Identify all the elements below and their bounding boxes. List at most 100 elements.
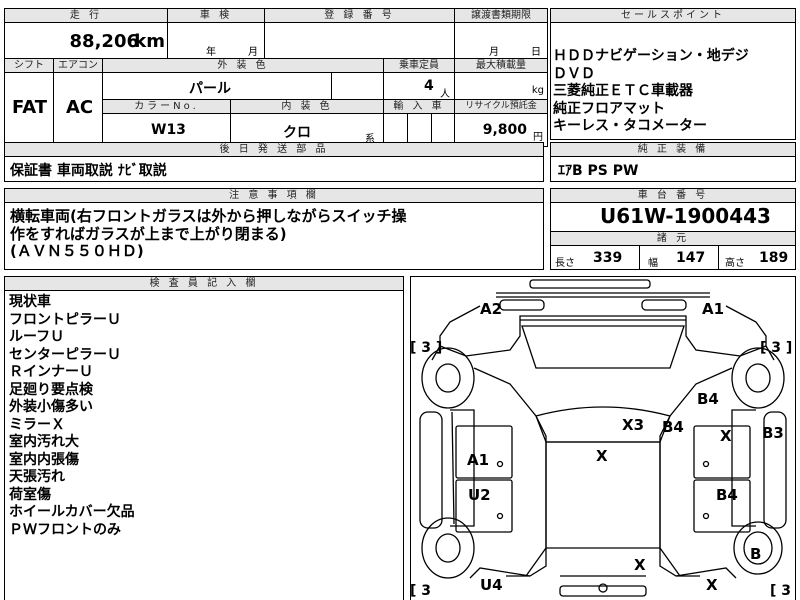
exterior-color-value: パール [189, 81, 231, 97]
capacity-value: 4 [424, 78, 434, 94]
mileage-value: 88,206 [69, 31, 139, 52]
mileage-cell: 88,206 km [4, 22, 168, 59]
bracket-top-right: [ 3 ] [760, 340, 793, 356]
inspector-note: 現状車 [9, 294, 51, 310]
color-no-value: W13 [151, 122, 186, 138]
caution-lines: 横転車両(右フロントガラスは外から押しながらスイッチ操 作をすればガラスが上まで… [10, 207, 407, 261]
exterior-color-cell: パール [102, 72, 332, 100]
mark-x-center: X [596, 447, 608, 465]
car-diagram [419, 279, 787, 597]
inspector-notes-list: 現状車 フロントピラーＵ ルーフＵ センターピラーＵ ＲインナーＵ 足廻り要点検… [9, 294, 135, 539]
dim-height-label: 高さ [725, 258, 745, 269]
aircon-value: AC [66, 97, 94, 118]
inspector-note: 外装小傷多い [9, 399, 93, 415]
dimensions-header: 諸 元 [550, 231, 796, 246]
inspection-year-unit: 年 [206, 47, 216, 58]
caution-line: (ＡＶＮ５５０ＨＤ) [10, 242, 144, 260]
mark-u2: U2 [468, 486, 491, 504]
max-load-header: 最大積載量 [454, 58, 548, 73]
interior-color-header: 内 装 色 [230, 99, 384, 114]
inspector-note: ＲインナーＵ [9, 364, 93, 380]
bracket-bottom-right: [ 3 [770, 583, 792, 599]
inspector-note: 天張汚れ [9, 469, 65, 485]
inspector-note: ミラーＸ [9, 416, 65, 433]
dim-length-cell: 長さ 339 [550, 245, 640, 270]
chassis-header: 車 台 番 号 [550, 188, 796, 203]
exterior-color-sub-cell [331, 72, 384, 100]
inspection-cell: 年 月 [167, 22, 265, 59]
inspector-note: 荷室傷 [9, 486, 51, 503]
sales-point-list: ＨＤＤナビゲーション・地デジ ＤＶＤ 三菱純正ＥＴＣ車載器 純正フロアマット キ… [553, 48, 749, 136]
genuine-equipment-header: 純 正 装 備 [550, 142, 796, 157]
mark-b: B [750, 545, 762, 563]
caution-header: 注 意 事 項 欄 [4, 188, 544, 203]
sales-point-item: ＤＶＤ [553, 65, 595, 82]
bracket-top-left: [ 3 ] [410, 340, 443, 356]
shift-header: シフト [4, 58, 54, 73]
mark-x-bottom-center: X [634, 556, 646, 574]
recycle-value: 9,800 [482, 122, 527, 138]
mark-b3: B3 [762, 424, 784, 442]
inspector-notes-header: 検 査 員 記 入 欄 [4, 276, 404, 291]
accessories-after-value: 保証書 車両取説 ﾅﾋﾞ取説 [10, 163, 167, 179]
inspector-note: 室内汚れ大 [9, 434, 79, 450]
shift-value: FAT [12, 97, 48, 118]
dim-width-value: 147 [676, 250, 706, 266]
transfer-deadline-header: 譲渡書類期限 [454, 8, 548, 23]
recycle-unit: 円 [533, 132, 543, 143]
dim-width-cell: 幅 147 [639, 245, 719, 270]
accessories-after-header: 後 日 発 送 部 品 [4, 142, 544, 157]
dim-height-cell: 高さ 189 [718, 245, 796, 270]
caution-line: 横転車両(右フロントガラスは外から押しながらスイッチ操 [10, 207, 407, 225]
mark-a2: A2 [480, 300, 503, 318]
mark-a1-top: A1 [702, 300, 725, 318]
dim-height-value: 189 [759, 250, 789, 266]
dim-length-value: 339 [593, 250, 623, 266]
inspector-note: 足廻り要点検 [9, 381, 93, 398]
capacity-header: 乗車定員 [383, 58, 455, 73]
chassis-value: U61W-1900443 [600, 204, 771, 228]
mark-x-bottom-right: X [706, 576, 718, 594]
capacity-cell: 4 人 [383, 72, 455, 100]
sales-point-item: 三菱純正ＥＴＣ車載器 [553, 83, 693, 99]
exterior-color-header: 外 装 色 [102, 58, 384, 73]
mark-x-right: X [720, 427, 732, 445]
inspector-note: センターピラーＵ [9, 346, 121, 363]
aircon-header: エアコン [53, 58, 103, 73]
inspector-note: フロントピラーＵ [9, 311, 121, 328]
registration-header: 登 録 番 号 [264, 8, 455, 23]
inspector-note: 室内内張傷 [9, 451, 79, 468]
mark-a1-left: A1 [467, 451, 490, 469]
inspector-note: ルーフＵ [9, 329, 65, 345]
max-load-cell: kg [454, 72, 548, 100]
mileage-header: 走 行 [4, 8, 168, 23]
inspector-note: ＰＷフロントのみ [9, 521, 121, 538]
transfer-day-unit: 日 [531, 47, 541, 58]
mileage-unit: km [134, 31, 165, 52]
inspection-header: 車 検 [167, 8, 265, 23]
caution-line: 作をすればガラスが上まで上がり閉まる) [10, 224, 287, 243]
mark-b4-3: B4 [716, 486, 738, 504]
registration-cell [264, 22, 455, 59]
recycle-header: リサイクル預託金 [454, 99, 548, 114]
dim-width-label: 幅 [648, 258, 658, 269]
mark-b4-1: B4 [697, 390, 719, 408]
sales-point-header: セールスポイント [550, 8, 796, 23]
inspector-note: ホイールカバー欠品 [9, 504, 135, 520]
shift-cell: FAT [4, 72, 54, 147]
transfer-deadline-cell: 月 日 [454, 22, 548, 59]
mark-b4-2: B4 [662, 418, 684, 436]
aircon-cell: AC [53, 72, 103, 147]
max-load-unit: kg [531, 85, 544, 96]
dim-length-label: 長さ [555, 258, 575, 269]
bracket-bottom-left: [ 3 [410, 583, 432, 599]
sales-point-item: キーレス・タコメーター [553, 118, 707, 134]
mark-u4: U4 [480, 576, 503, 594]
inspection-month-unit: 月 [248, 47, 258, 58]
capacity-unit: 人 [440, 89, 450, 100]
sales-point-item: ＨＤＤナビゲーション・地デジ [553, 48, 749, 64]
interior-color-value: クロ [283, 125, 311, 141]
genuine-equipment-value: ｴｱB PS PW [558, 163, 639, 179]
sales-point-item: 純正フロアマット [553, 100, 665, 117]
import-header: 輸 入 車 [383, 99, 455, 114]
